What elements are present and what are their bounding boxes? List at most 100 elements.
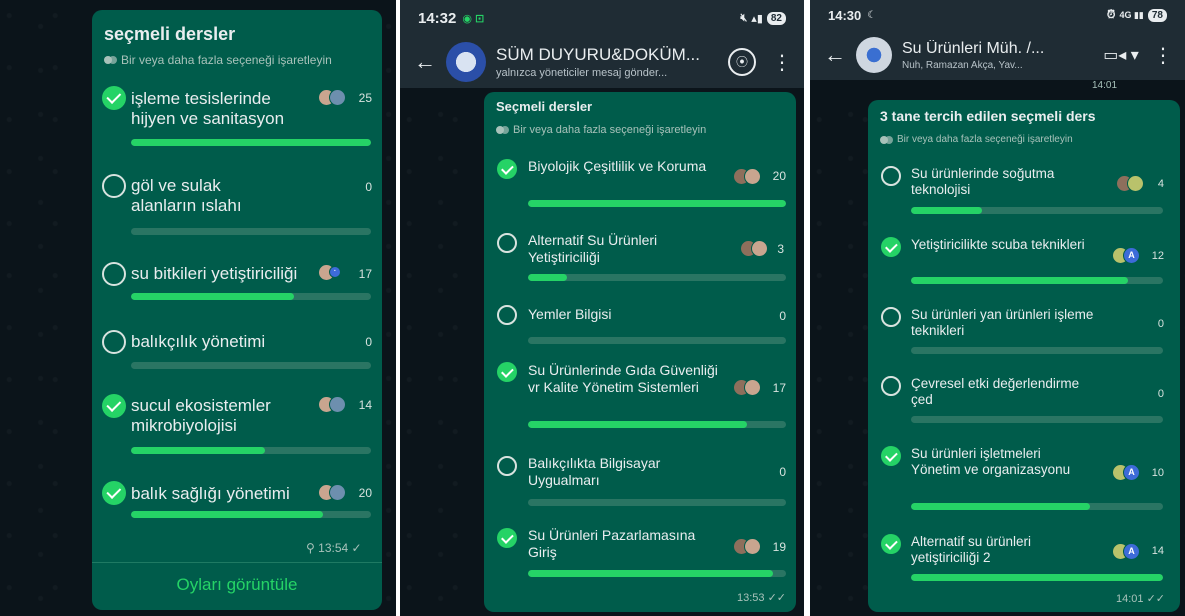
poll-option-label: Yetiştiricilikte scuba teknikleri	[911, 237, 1085, 252]
poll-option-label: su bitkileri yetiştiriciliği	[131, 264, 298, 283]
vote-bar-fill	[131, 511, 323, 518]
vote-bar-fill	[528, 570, 774, 577]
more-options-icon[interactable]: ⋮	[770, 50, 794, 75]
read-receipt-icon: ✓✓	[767, 592, 787, 604]
multi-select-icon	[880, 135, 893, 145]
message-time-text: 14:01	[1116, 593, 1144, 605]
vote-bar	[528, 274, 786, 281]
poll-title: 3 tane tercih edilen seçmeli ders	[880, 108, 1096, 124]
poll-option-label: Çevresel etki değerlendirme çed	[911, 376, 1080, 408]
pin-icon: ⚲	[306, 541, 315, 555]
voter-avatars	[318, 89, 346, 106]
back-arrow-icon[interactable]: ←	[410, 49, 440, 75]
unchecked-icon[interactable]	[102, 174, 126, 198]
poll-hint: Bir veya daha fazla seçeneği işaretleyin	[104, 53, 332, 67]
checked-icon[interactable]	[102, 481, 126, 505]
avatar	[744, 538, 761, 555]
vote-count: 0	[365, 180, 372, 194]
unchecked-icon[interactable]	[881, 166, 901, 186]
checked-icon[interactable]	[881, 237, 901, 257]
unchecked-icon[interactable]	[497, 233, 517, 253]
status-icons: ◉ ⊡	[462, 12, 485, 25]
chat-title[interactable]: SÜM DUYURU&DOKÜM... yalnızca yöneticiler…	[496, 45, 728, 79]
checked-icon[interactable]	[497, 528, 517, 548]
poll-hint: Bir veya daha fazla seçeneği işaretleyin	[880, 134, 1073, 145]
poll-option-label: Su ürünleri yan ürünleri işleme teknikle…	[911, 307, 1094, 339]
vote-count: 3	[777, 242, 784, 256]
unchecked-icon[interactable]	[497, 305, 517, 325]
vote-count: 0	[779, 309, 786, 323]
chat-name: Su Ürünleri Müh. /...	[902, 39, 1045, 57]
avatar	[744, 168, 761, 185]
checked-icon[interactable]	[881, 534, 901, 554]
checked-icon[interactable]	[881, 446, 901, 466]
group-avatar[interactable]	[446, 42, 486, 82]
vote-bar	[131, 511, 371, 518]
unchecked-icon[interactable]	[102, 262, 126, 286]
vote-bar	[911, 416, 1163, 423]
poll-option-label: Alternatif su ürünleri yetiştiriciliği 2	[911, 534, 1032, 566]
vote-bar	[528, 337, 786, 344]
app-bar: ← Su Ürünleri Müh. /... Nuh, Ramazan Akç…	[810, 30, 1185, 80]
checked-icon[interactable]	[102, 86, 126, 110]
vote-bar	[528, 421, 786, 428]
poll-title: seçmeli dersler	[104, 24, 236, 44]
multi-select-icon	[104, 55, 117, 65]
voter-avatars	[733, 538, 761, 555]
group-avatar[interactable]	[856, 37, 892, 73]
vote-count: 0	[779, 465, 786, 479]
battery-icon: 78	[1147, 8, 1167, 22]
back-arrow-icon[interactable]: ←	[820, 42, 850, 68]
voter-avatars: A	[1112, 543, 1140, 560]
vote-count: 12	[1151, 250, 1164, 262]
unchecked-icon[interactable]	[881, 376, 901, 396]
vote-count: 0	[1157, 388, 1164, 400]
vote-bar	[528, 570, 786, 577]
avatar: A	[1123, 464, 1140, 481]
vote-bar-fill	[911, 207, 982, 214]
vote-bar	[131, 447, 371, 454]
read-receipt-icon: ✓	[351, 541, 362, 555]
avatar	[329, 396, 346, 413]
status-right: 🔇︎ ▴▮ 82	[740, 11, 786, 25]
vote-bar	[131, 139, 371, 146]
avatar: A	[1123, 247, 1140, 264]
vote-count: 20	[358, 486, 372, 500]
checked-icon[interactable]	[497, 362, 517, 382]
vote-count: 17	[358, 267, 372, 281]
vote-bar	[528, 499, 786, 506]
voter-avatars	[1116, 175, 1144, 192]
poll-option-label: balıkçılık yönetimi	[131, 332, 266, 351]
checked-icon[interactable]	[497, 159, 517, 179]
vote-count: 0	[1157, 318, 1164, 330]
video-call-icon[interactable]: ▭◂ ▾	[1101, 45, 1141, 65]
vote-bar	[131, 293, 371, 300]
poll-option-label: göl ve sulak alanların ıslahı	[131, 176, 242, 216]
checked-icon[interactable]	[102, 394, 126, 418]
read-receipt-icon: ✓✓	[1146, 593, 1166, 605]
vote-bar	[131, 362, 371, 369]
channel-icon[interactable]: ⦿	[728, 48, 756, 76]
avatar	[329, 484, 346, 501]
more-options-icon[interactable]: ⋮	[1151, 43, 1175, 68]
unchecked-icon[interactable]	[102, 330, 126, 354]
voter-avatars: A	[1112, 464, 1140, 481]
vote-count: 14	[1151, 545, 1164, 557]
voter-avatars: A	[1112, 247, 1140, 264]
unchecked-icon[interactable]	[497, 456, 517, 476]
vote-count: 4	[1157, 178, 1164, 190]
status-icons: ☾	[867, 9, 877, 21]
poll-title: Seçmeli dersler	[496, 99, 593, 114]
app-bar: ← SÜM DUYURU&DOKÜM... yalnızca yöneticil…	[400, 36, 804, 88]
signal-icon: 4G ▮▮	[1119, 9, 1144, 20]
poll-option-label: sucul ekosistemler mikrobiyolojisi	[131, 396, 271, 436]
chat-title[interactable]: Su Ürünleri Müh. /... Nuh, Ramazan Akça,…	[902, 40, 1101, 71]
unchecked-icon[interactable]	[881, 307, 901, 327]
view-votes-button[interactable]: Oyları görüntüle	[92, 575, 382, 595]
voter-avatars	[318, 484, 346, 501]
poll-screenshot-1: seçmeli dersler Bir veya daha fazla seçe…	[0, 0, 396, 616]
vote-bar-fill	[911, 574, 1163, 581]
divider	[92, 562, 382, 563]
poll-screenshot-3: 14:30 ☾ ⏰︎ 4G ▮▮ 78 ← Su Ürünleri Müh. /…	[810, 0, 1185, 616]
poll-option-label: Balıkçılıkta Bilgisayar Uygualmarı	[528, 455, 661, 488]
